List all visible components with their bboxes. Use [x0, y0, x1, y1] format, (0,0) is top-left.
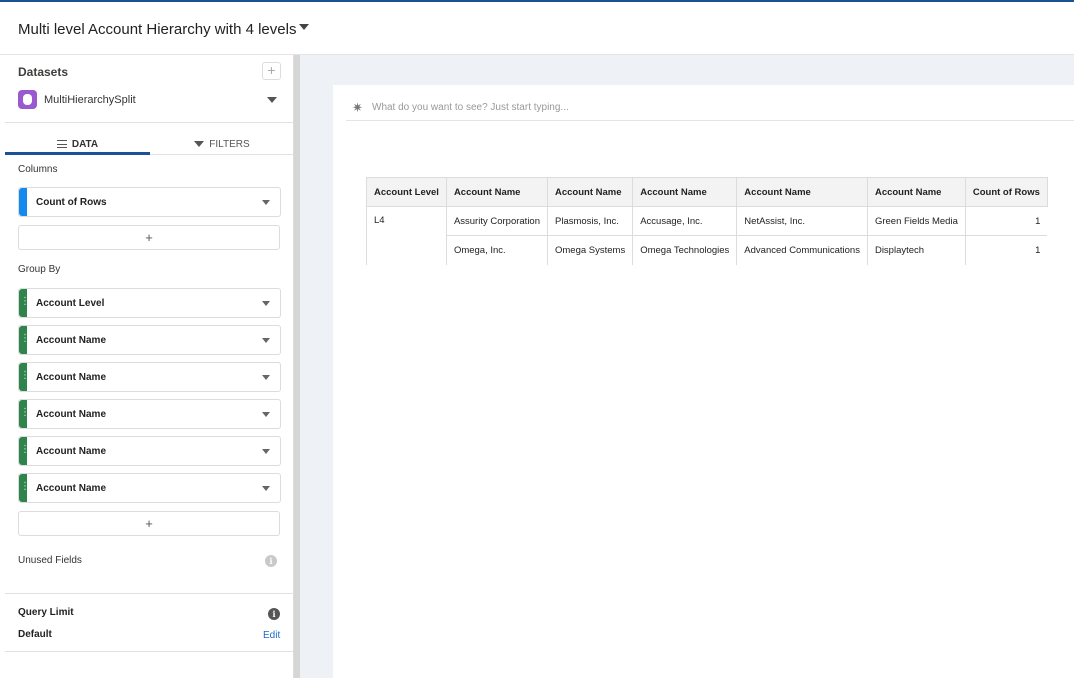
table-cell: 1 — [964, 235, 1048, 265]
group-field-label: Account Name — [36, 372, 107, 383]
dataset-icon — [18, 90, 37, 109]
column-header[interactable]: Count of Rows — [964, 177, 1048, 207]
measure-stripe — [19, 188, 27, 216]
chevron-down-icon[interactable] — [262, 412, 270, 417]
group-field-account-name-4[interactable]: Account Name — [18, 436, 281, 466]
dataset-name[interactable]: MultiHierarchySplit — [44, 94, 136, 106]
table-cell: L4 — [366, 206, 447, 265]
tab-data-label: DATA — [71, 138, 99, 150]
column-header[interactable]: Account Name — [445, 177, 549, 207]
group-field-account-level[interactable]: Account Level — [18, 288, 281, 318]
query-limit-info-icon[interactable]: i — [268, 608, 280, 620]
table-cell: Green Fields Media — [866, 206, 966, 236]
sparkle-icon: ✷ — [352, 100, 363, 115]
group-field-label: Account Name — [36, 335, 107, 346]
dimension-stripe — [19, 363, 30, 391]
table-cell: 1 — [964, 206, 1048, 236]
divider — [5, 651, 294, 652]
dimension-stripe — [19, 289, 30, 317]
query-limit-label: Query Limit — [18, 607, 74, 618]
table-cell: Omega, Inc. — [445, 235, 548, 265]
divider — [5, 593, 294, 594]
group-field-label: Account Name — [36, 483, 107, 494]
column-header[interactable]: Account Name — [866, 177, 966, 207]
table-row: L4 Assurity Corporation Plasmosis, Inc. … — [366, 206, 1048, 265]
dimension-stripe — [19, 474, 30, 502]
divider — [5, 122, 294, 123]
chevron-down-icon[interactable] — [262, 301, 270, 306]
page-title: Multi level Account Hierarchy with 4 lev… — [18, 21, 297, 38]
dimension-stripe — [19, 437, 30, 465]
group-field-label: Account Level — [36, 298, 105, 309]
column-field-label: Count of Rows — [36, 197, 107, 208]
add-group-button[interactable]: + — [18, 511, 280, 536]
table-cell: Accusage, Inc. — [632, 206, 737, 236]
results-panel — [333, 85, 1074, 678]
group-field-account-name-2[interactable]: Account Name — [18, 362, 281, 392]
table-header-row: Account Level Account Name Account Name … — [366, 177, 1048, 207]
table-cell: Assurity Corporation — [445, 206, 548, 236]
table-cell: Displaytech — [866, 235, 966, 265]
dataset-dropdown-icon[interactable] — [267, 97, 277, 103]
query-search-bar[interactable]: ✷ What do you want to see? Just start ty… — [346, 95, 1074, 121]
edit-query-limit-link[interactable]: Edit — [263, 630, 280, 641]
datasets-heading: Datasets — [18, 65, 69, 79]
table-cell: Omega Technologies — [632, 235, 737, 265]
chevron-down-icon[interactable] — [262, 486, 270, 491]
top-bar: Multi level Account Hierarchy with 4 lev… — [0, 0, 1074, 55]
table-cell: Omega Systems — [546, 235, 633, 265]
list-icon — [56, 140, 67, 148]
query-limit-value: Default — [18, 629, 52, 640]
dimension-stripe — [19, 400, 30, 428]
chevron-down-icon[interactable] — [262, 375, 270, 380]
unused-fields-label: Unused Fields — [18, 555, 82, 566]
column-header[interactable]: Account Level — [366, 177, 447, 207]
group-field-account-name-5[interactable]: Account Name — [18, 473, 281, 503]
group-field-label: Account Name — [36, 409, 107, 420]
group-field-label: Account Name — [36, 446, 107, 457]
search-input[interactable]: What do you want to see? Just start typi… — [372, 102, 569, 113]
tab-filters[interactable]: FILTERS — [150, 134, 294, 154]
filter-icon — [194, 141, 205, 147]
column-field-count-of-rows[interactable]: Count of Rows — [18, 187, 281, 217]
column-header[interactable]: Account Name — [546, 177, 634, 207]
group-field-account-name-1[interactable]: Account Name — [18, 325, 281, 355]
chevron-down-icon[interactable] — [262, 200, 270, 205]
add-column-button[interactable]: + — [18, 225, 280, 250]
dimension-stripe — [19, 326, 30, 354]
chevron-down-icon[interactable] — [262, 449, 270, 454]
table-cell: NetAssist, Inc. — [736, 206, 868, 236]
group-by-label: Group By — [18, 264, 61, 275]
active-tab-indicator — [5, 152, 150, 155]
info-icon[interactable]: i — [265, 555, 277, 567]
chevron-down-icon[interactable] — [262, 338, 270, 343]
column-header[interactable]: Account Name — [736, 177, 868, 207]
group-field-account-name-3[interactable]: Account Name — [18, 399, 281, 429]
tab-data[interactable]: DATA — [5, 134, 150, 154]
table-row: Omega, Inc. Omega Systems Omega Technolo… — [367, 235, 1048, 265]
table-cell: Advanced Communications — [736, 235, 868, 265]
tab-filters-label: FILTERS — [209, 138, 250, 150]
table-cell: Plasmosis, Inc. — [546, 206, 633, 236]
columns-label: Columns — [18, 164, 58, 175]
title-dropdown-icon[interactable] — [299, 24, 309, 30]
results-table: Account Level Account Name Account Name … — [366, 177, 1048, 265]
add-dataset-button[interactable]: + — [262, 62, 281, 80]
column-header[interactable]: Account Name — [632, 177, 738, 207]
